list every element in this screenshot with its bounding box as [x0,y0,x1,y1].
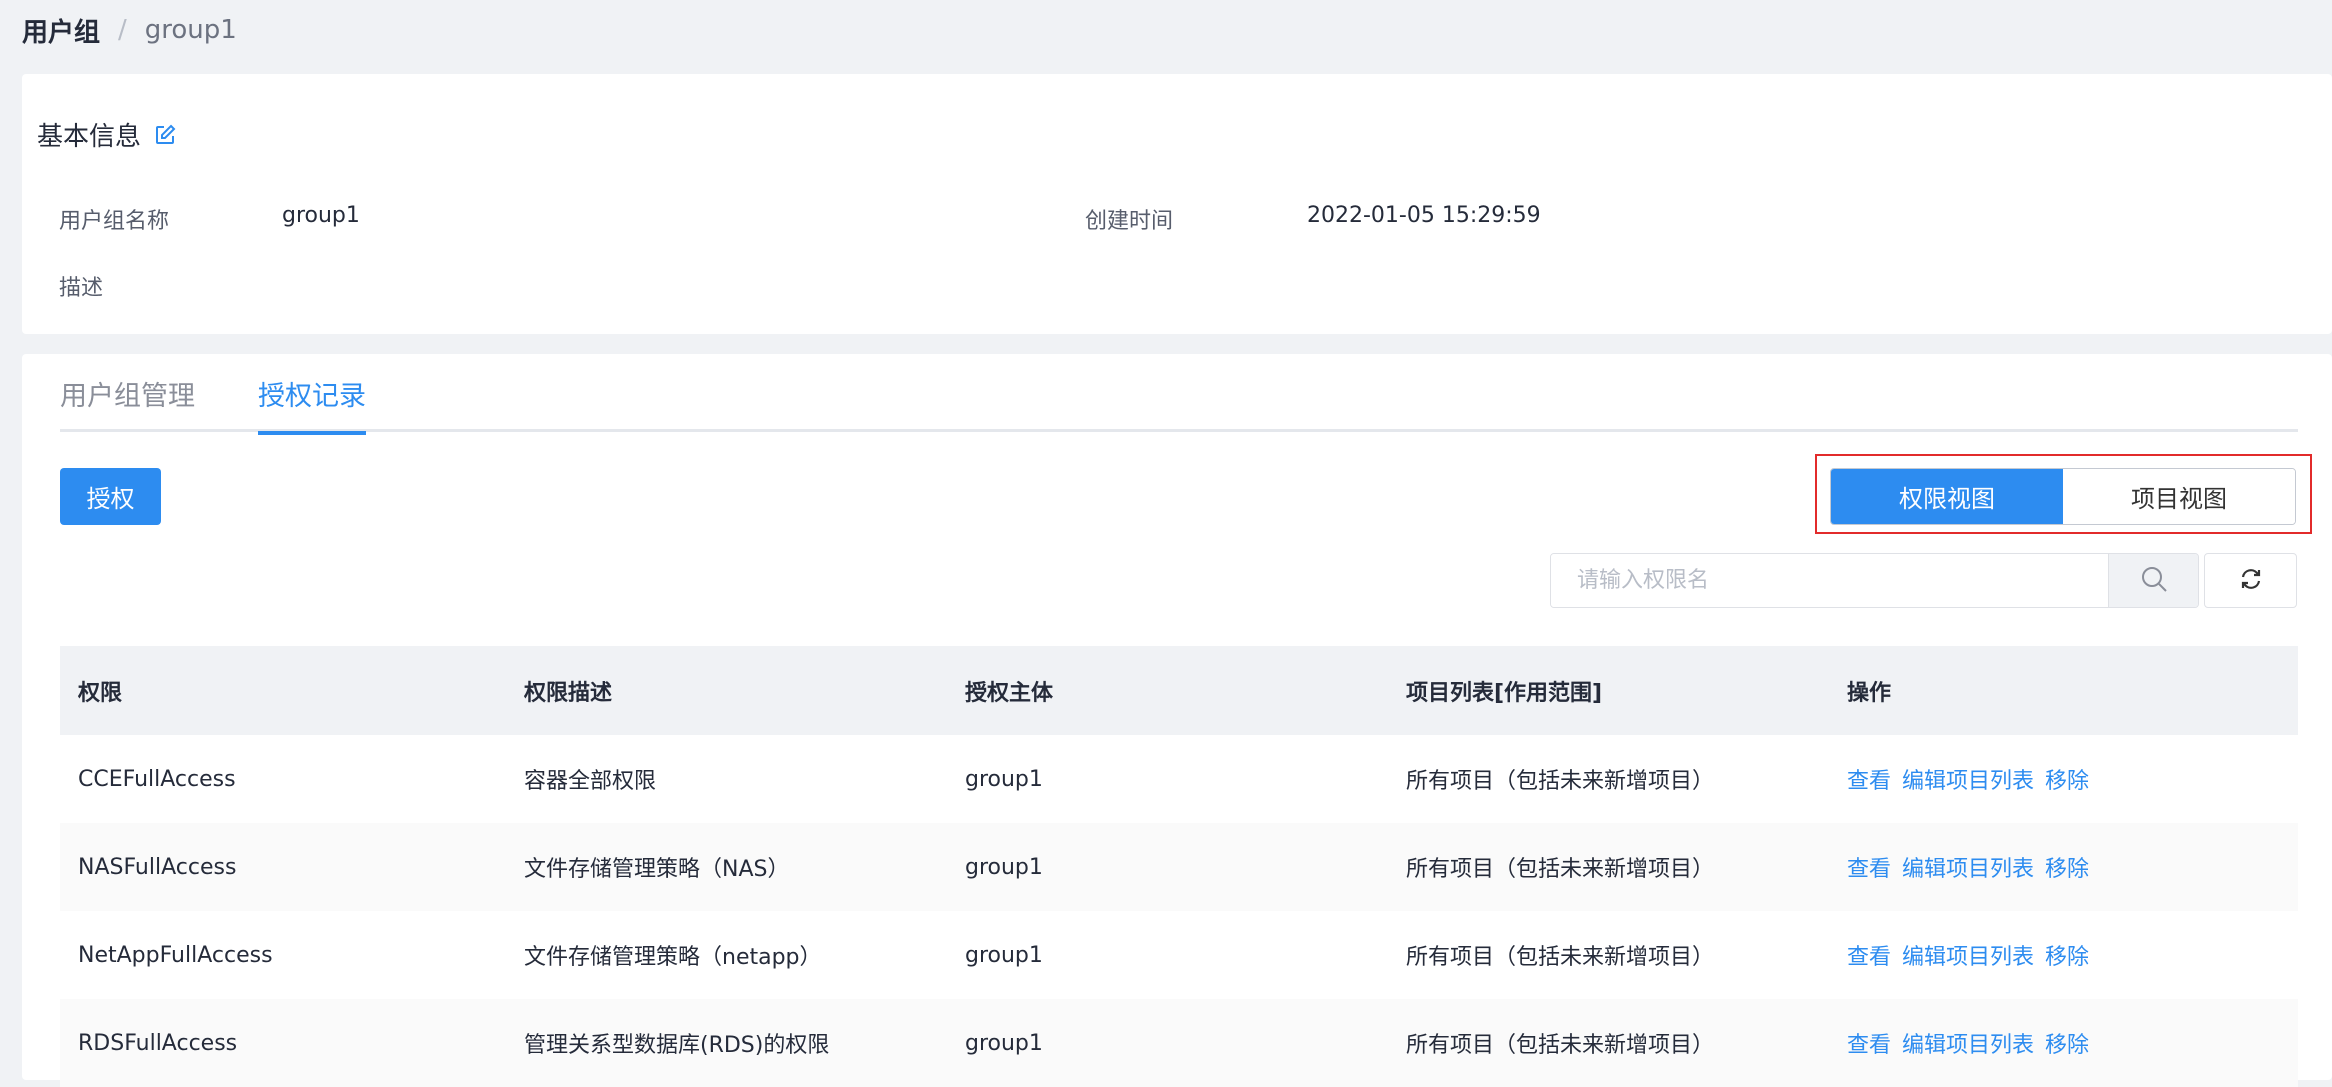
cell-scope: 所有项目（包括未来新增项目） [1406,945,1715,970]
edit-project-list-link[interactable]: 编辑项目列表 [1902,857,2034,882]
cell-scope: 所有项目（包括未来新增项目） [1406,769,1715,794]
cell-principal: group1 [965,854,1043,880]
table-row: NASFullAccess 文件存储管理策略（NAS） group1 所有项目（… [60,823,2298,911]
column-header-permission: 权限 [78,680,123,706]
view-link[interactable]: 查看 [1847,857,1891,882]
basic-info-title-text: 基本信息 [37,122,142,152]
cell-description: 文件存储管理策略（NAS） [524,857,790,882]
remove-link[interactable]: 移除 [2045,1033,2089,1058]
breadcrumb-current: group1 [144,15,237,45]
description-label: 描述 [59,276,104,301]
breadcrumb: 用户组 / group1 [22,8,237,52]
search-button[interactable] [2108,554,2198,607]
tab-group-management[interactable]: 用户组管理 [60,374,195,432]
cell-actions: 查看 编辑项目列表 移除 [1829,939,2298,971]
column-header-scope: 项目列表[作用范围] [1406,680,1603,706]
breadcrumb-separator: / [118,15,127,45]
view-link[interactable]: 查看 [1847,769,1891,794]
table-header: 权限 权限描述 授权主体 项目列表[作用范围] 操作 [60,646,2298,735]
cell-description: 文件存储管理策略（netapp） [524,945,822,970]
basic-info-title: 基本信息 [37,116,177,153]
refresh-button[interactable] [2204,553,2297,608]
group-name-value: group1 [282,203,360,228]
remove-link[interactable]: 移除 [2045,857,2089,882]
edit-project-list-link[interactable]: 编辑项目列表 [1902,1033,2034,1058]
cell-principal: group1 [965,942,1043,968]
search-box [1550,553,2199,608]
cell-actions: 查看 编辑项目列表 移除 [1829,1027,2298,1059]
search-icon [2139,564,2169,598]
column-header-description: 权限描述 [524,680,613,706]
authorize-button[interactable]: 授权 [60,468,161,525]
project-view-button[interactable]: 项目视图 [2063,469,2295,524]
view-link[interactable]: 查看 [1847,1033,1891,1058]
cell-actions: 查看 编辑项目列表 移除 [1829,763,2298,795]
table-row: RDSFullAccess 管理关系型数据库(RDS)的权限 group1 所有… [60,999,2298,1087]
basic-info-card [22,74,2332,334]
created-time-label: 创建时间 [1085,209,1174,234]
cell-principal: group1 [965,1030,1043,1056]
cell-scope: 所有项目（包括未来新增项目） [1406,1033,1715,1058]
column-header-actions: 操作 [1847,680,1892,706]
remove-link[interactable]: 移除 [2045,769,2089,794]
cell-principal: group1 [965,766,1043,792]
cell-description: 管理关系型数据库(RDS)的权限 [524,1033,830,1058]
permission-view-button[interactable]: 权限视图 [1831,469,2063,524]
column-header-principal: 授权主体 [965,680,1054,706]
table-row: CCEFullAccess 容器全部权限 group1 所有项目（包括未来新增项… [60,735,2298,823]
tab-bar: 用户组管理 授权记录 [60,360,2298,435]
cell-actions: 查看 编辑项目列表 移除 [1829,851,2298,883]
cell-permission: NetAppFullAccess [78,942,273,968]
view-switch: 权限视图 项目视图 [1830,468,2296,525]
created-time-value: 2022-01-05 15:29:59 [1307,203,1541,228]
edit-project-list-link[interactable]: 编辑项目列表 [1902,769,2034,794]
permissions-table: 权限 权限描述 授权主体 项目列表[作用范围] 操作 CCEFullAccess… [60,646,2298,1087]
tab-authorization-records[interactable]: 授权记录 [258,374,366,435]
edit-icon[interactable] [153,123,177,147]
remove-link[interactable]: 移除 [2045,945,2089,970]
cell-permission: NASFullAccess [78,854,237,880]
search-input[interactable] [1551,554,2108,607]
edit-project-list-link[interactable]: 编辑项目列表 [1902,945,2034,970]
view-link[interactable]: 查看 [1847,945,1891,970]
refresh-icon [2239,567,2263,595]
cell-scope: 所有项目（包括未来新增项目） [1406,857,1715,882]
cell-permission: CCEFullAccess [78,766,236,792]
cell-description: 容器全部权限 [524,769,657,794]
group-name-label: 用户组名称 [59,209,170,234]
table-row: NetAppFullAccess 文件存储管理策略（netapp） group1… [60,911,2298,999]
breadcrumb-root-link[interactable]: 用户组 [22,12,100,49]
cell-permission: RDSFullAccess [78,1030,238,1056]
